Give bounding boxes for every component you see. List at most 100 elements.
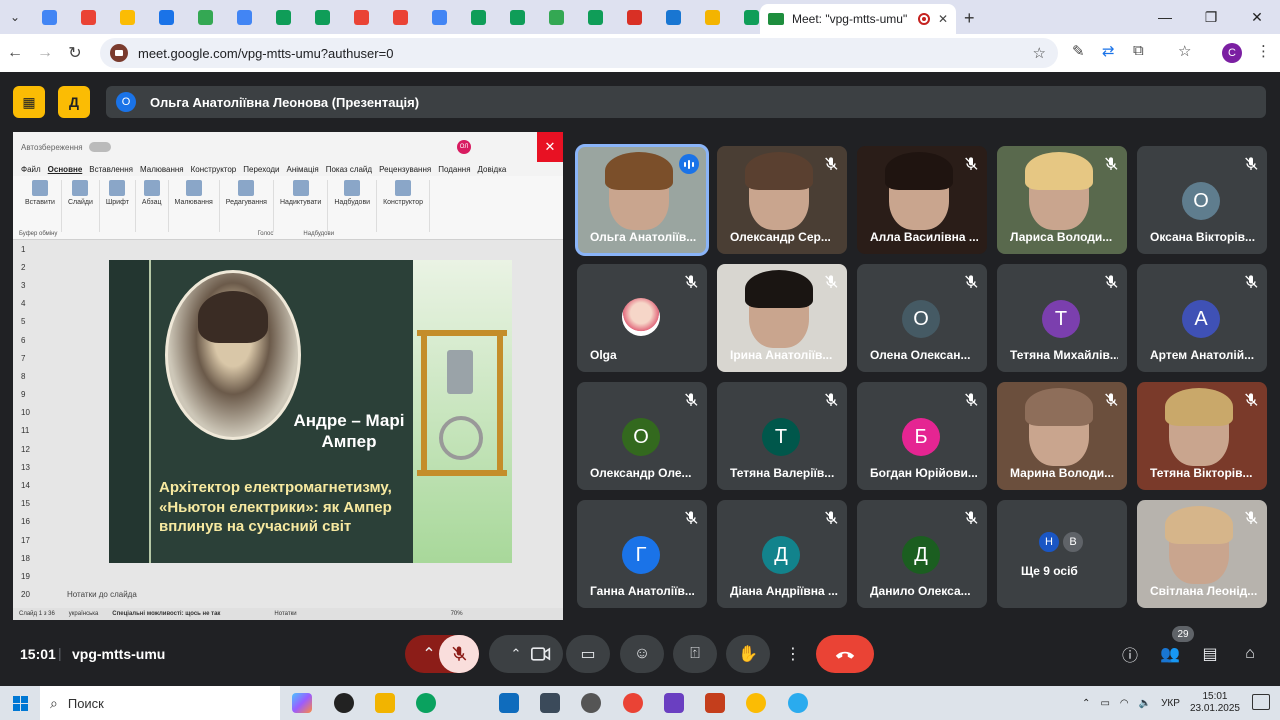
participant-tile[interactable]: Т Тетяна Михайлів... — [997, 264, 1127, 372]
new-tab-icon[interactable]: + — [964, 8, 975, 29]
pinned-tab[interactable] — [459, 0, 498, 34]
omnibox[interactable]: meet.google.com/vpg-mtts-umu?authuser=0 … — [100, 38, 1058, 68]
camera-options-chevron-icon[interactable]: ⌃ — [511, 646, 522, 662]
participant-tile[interactable]: А Артем Анатолій... — [1137, 264, 1267, 372]
store-icon[interactable] — [375, 693, 395, 713]
pen-extension-icon[interactable]: ✎ — [1072, 42, 1085, 60]
wifi-icon[interactable]: ◠ — [1120, 698, 1129, 709]
active-tab[interactable]: Meet: "vpg-mtts-umu" ✕ — [760, 4, 956, 34]
participant-tile[interactable]: О Олександр Оле... — [577, 382, 707, 490]
pinned-tab[interactable] — [147, 0, 186, 34]
reactions-button[interactable]: ☺ — [620, 635, 664, 673]
meet-favicon-icon — [768, 13, 784, 25]
start-button[interactable] — [0, 686, 40, 720]
participant-tile[interactable]: Лариса Володи... — [997, 146, 1127, 254]
ribbon-group-label: Буфер обміну — [19, 231, 58, 237]
forward-icon[interactable]: → — [30, 44, 60, 62]
calculator-icon[interactable] — [540, 693, 560, 713]
pinned-tab[interactable] — [498, 0, 537, 34]
participant-tile[interactable]: О Олена Олексан... — [857, 264, 987, 372]
translate-icon[interactable]: ⇄ — [1102, 42, 1115, 60]
profile-avatar[interactable]: C — [1222, 43, 1242, 63]
layout-icon[interactable]: Д — [58, 86, 90, 118]
pinned-tab[interactable] — [264, 0, 303, 34]
reload-icon[interactable]: ↻ — [60, 43, 90, 63]
site-info-icon[interactable] — [110, 44, 128, 62]
pinned-tab[interactable] — [225, 0, 264, 34]
bookmarks-icon[interactable]: ☆ — [1178, 42, 1191, 60]
pinned-tab[interactable] — [537, 0, 576, 34]
copilot-icon[interactable] — [292, 693, 312, 713]
pinned-tab[interactable] — [342, 0, 381, 34]
back-icon[interactable]: ← — [0, 44, 30, 62]
outlook-icon[interactable] — [499, 693, 519, 713]
tab-search-chevron-icon[interactable]: ⌄ — [0, 10, 30, 24]
leave-call-button[interactable] — [816, 635, 874, 673]
pinned-tab[interactable] — [576, 0, 615, 34]
taskbar-search[interactable]: ⌕ Поиск — [40, 686, 280, 720]
tab-close-icon[interactable]: ✕ — [938, 12, 948, 26]
raise-hand-button[interactable]: ✋ — [726, 635, 770, 673]
participant-tile[interactable]: Т Тетяна Валеріїв... — [717, 382, 847, 490]
browser-menu-icon[interactable]: ⋮ — [1256, 42, 1271, 60]
participant-tile[interactable]: Ірина Анатоліїв... — [717, 264, 847, 372]
taskbar-clock[interactable]: 15:01 23.01.2025 — [1190, 691, 1240, 715]
tray-chevron-icon[interactable]: ⌃ — [1082, 698, 1090, 709]
edge-icon[interactable] — [416, 693, 436, 713]
pinned-tab[interactable] — [693, 0, 732, 34]
participant-tile[interactable]: Olga — [577, 264, 707, 372]
input-language[interactable]: УКР — [1161, 698, 1180, 709]
cm-app-icon[interactable] — [334, 693, 354, 713]
settings-gear-icon[interactable] — [581, 693, 601, 713]
notifications-icon[interactable] — [1252, 694, 1270, 710]
meeting-info-icon[interactable]: ⓘ — [1118, 642, 1142, 666]
volume-icon[interactable]: 🔈 — [1139, 698, 1151, 709]
participant-tile[interactable]: Марина Володи... — [997, 382, 1127, 490]
pinned-tab[interactable] — [69, 0, 108, 34]
participant-tile[interactable]: Олександр Сер... — [717, 146, 847, 254]
extensions-icon[interactable]: ⧉ — [1133, 42, 1144, 59]
pinned-tab[interactable] — [186, 0, 225, 34]
participant-tile[interactable]: Б Богдан Юрійови... — [857, 382, 987, 490]
participant-tile[interactable]: Алла Василівна ... — [857, 146, 987, 254]
powerpoint-icon[interactable] — [705, 693, 725, 713]
pinned-tab[interactable] — [303, 0, 342, 34]
pinned-tab[interactable] — [108, 0, 147, 34]
minimize-icon[interactable]: — — [1142, 0, 1188, 34]
pinned-tab[interactable] — [420, 0, 459, 34]
people-icon[interactable]: 👥 — [1158, 642, 1182, 666]
chrome-icon[interactable] — [623, 693, 643, 713]
chat-icon[interactable]: ▤ — [1198, 642, 1222, 666]
autosave-toggle[interactable] — [88, 142, 111, 152]
battery-icon[interactable]: ▭ — [1100, 698, 1109, 709]
clipchamp-icon[interactable] — [664, 693, 684, 713]
stop-presenting-icon[interactable]: ▦ — [13, 86, 45, 118]
present-button[interactable]: ⍐ — [673, 635, 717, 673]
activities-icon[interactable]: ⌂ — [1238, 642, 1262, 666]
ribbon-command-icon — [143, 180, 160, 196]
participant-tile[interactable]: Г Ганна Анатоліїв... — [577, 500, 707, 608]
participant-tile[interactable]: Світлана Леонід... — [1137, 500, 1267, 608]
participant-tile[interactable]: О Оксана Вікторів... — [1137, 146, 1267, 254]
ppt-menu-item: Довідка — [477, 164, 507, 174]
participant-tile[interactable]: Д Данило Олекса... — [857, 500, 987, 608]
pinned-tab[interactable] — [615, 0, 654, 34]
mic-options-chevron-icon[interactable]: ⌃ — [422, 644, 435, 664]
more-options-button[interactable]: ⋮ — [778, 635, 808, 673]
participant-tile[interactable]: Н В Ще 9 осіб — [997, 500, 1127, 608]
pinned-tab[interactable] — [654, 0, 693, 34]
pinned-tab[interactable] — [381, 0, 420, 34]
camera-control[interactable]: ⌃ — [489, 635, 563, 673]
participant-tile[interactable]: Ольга Анатоліїв... — [575, 144, 709, 256]
pinned-tab[interactable] — [30, 0, 69, 34]
participant-tile[interactable]: Д Діана Андріївна ... — [717, 500, 847, 608]
pinned-tab-favicon-icon — [588, 9, 603, 25]
window-close-icon[interactable]: ✕ — [1234, 0, 1280, 34]
chrome-profile-icon[interactable] — [746, 693, 766, 713]
bookmark-star-icon[interactable]: ☆ — [1033, 44, 1046, 62]
maximize-icon[interactable]: ❐ — [1188, 0, 1234, 34]
captions-button[interactable]: ▭ — [566, 635, 610, 673]
telegram-icon[interactable] — [788, 693, 808, 713]
mic-off-button[interactable] — [439, 635, 479, 673]
participant-tile[interactable]: Тетяна Вікторів... — [1137, 382, 1267, 490]
